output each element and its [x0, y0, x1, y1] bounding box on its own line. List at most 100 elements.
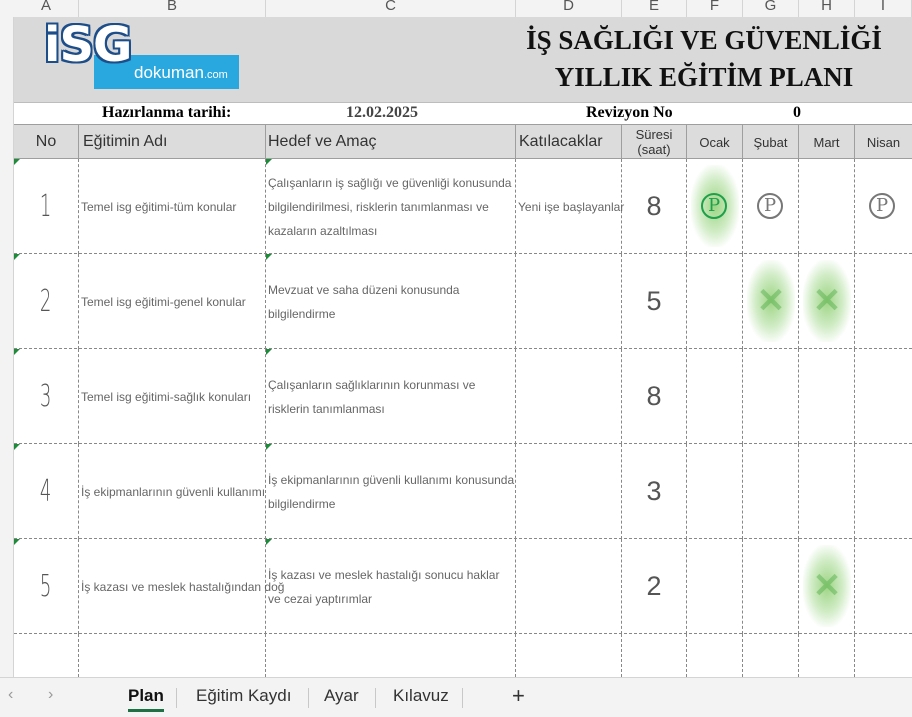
- cell-goal[interactable]: Mevzuat ve saha düzeni konusunda bilgile…: [266, 254, 516, 349]
- empty-cell[interactable]: [622, 634, 687, 677]
- cell-month[interactable]: [855, 349, 912, 444]
- table-row: 2 Temel isg eğitimi-genel konular Mevzuat …: [14, 254, 912, 349]
- column-header-f[interactable]: F: [687, 0, 743, 17]
- chevron-left-icon[interactable]: ‹: [8, 686, 13, 704]
- cell-month[interactable]: ✕: [799, 539, 855, 634]
- training-name: İş ekipmanlarının güvenli kullanımı: [81, 484, 266, 499]
- cell-participants[interactable]: Yeni işe başlayanlar: [516, 159, 624, 254]
- add-sheet-button[interactable]: +: [512, 683, 525, 709]
- cell-duration[interactable]: 3: [622, 444, 687, 539]
- column-header-c[interactable]: C: [266, 0, 516, 17]
- cell-no[interactable]: 2: [14, 254, 79, 349]
- cell-participants[interactable]: [516, 444, 622, 539]
- cell-participants[interactable]: [516, 349, 622, 444]
- planned-mark-icon: P: [701, 193, 727, 219]
- cell-goal[interactable]: İş kazası ve meslek hastalığı sonucu hak…: [266, 539, 516, 634]
- cell-month[interactable]: [687, 254, 743, 349]
- training-name: İş kazası ve meslek hastalığından doğ: [81, 579, 285, 594]
- table-row: 4 İş ekipmanlarının güvenli kullanımı İş e…: [14, 444, 912, 539]
- cell-month[interactable]: [687, 539, 743, 634]
- empty-cell[interactable]: [14, 634, 79, 677]
- page-title-line1: İŞ SAĞLIĞI VE GÜVENLİĞİ: [526, 25, 882, 55]
- cell-duration[interactable]: 8: [622, 159, 687, 254]
- empty-cell[interactable]: [743, 634, 799, 677]
- cell-goal[interactable]: Çalışanların sağlıklarının korunması ve …: [266, 349, 516, 444]
- cell-month[interactable]: [687, 349, 743, 444]
- column-header-b[interactable]: B: [79, 0, 266, 17]
- empty-cell[interactable]: [855, 634, 912, 677]
- tab-kilavuz[interactable]: Kılavuz: [393, 686, 449, 706]
- header-month-mart[interactable]: Mart: [799, 125, 855, 159]
- column-header-d[interactable]: D: [516, 0, 622, 17]
- empty-cell[interactable]: [799, 634, 855, 677]
- column-header-g[interactable]: G: [743, 0, 799, 17]
- tab-separator: [176, 688, 177, 708]
- tab-egitim-kaydi[interactable]: Eğitim Kaydı: [196, 686, 291, 706]
- row-header-gutter[interactable]: [0, 17, 14, 677]
- header-month-ocak[interactable]: Ocak: [687, 125, 743, 159]
- cell-month[interactable]: ✕: [799, 254, 855, 349]
- empty-cell[interactable]: [687, 634, 743, 677]
- cell-month[interactable]: [687, 444, 743, 539]
- empty-cell[interactable]: [516, 634, 622, 677]
- logo-dokuman: dokuman: [134, 63, 204, 82]
- cell-training-name[interactable]: İş ekipmanlarının güvenli kullanımı: [79, 444, 266, 539]
- column-header-e[interactable]: E: [622, 0, 687, 17]
- duration-hours: 8: [646, 191, 662, 221]
- cell-month[interactable]: [799, 349, 855, 444]
- cell-training-name[interactable]: Temel isg eğitimi-tüm konular: [79, 159, 266, 254]
- revision-value[interactable]: 0: [793, 104, 801, 122]
- cell-no[interactable]: 4: [14, 444, 79, 539]
- cell-duration[interactable]: 8: [622, 349, 687, 444]
- header-training-name[interactable]: Eğitimin Adı: [79, 125, 266, 159]
- cell-training-name[interactable]: İş kazası ve meslek hastalığından doğ: [79, 539, 284, 634]
- cell-duration[interactable]: 5: [622, 254, 687, 349]
- logo-isg-text: iSG: [44, 17, 132, 73]
- chevron-right-icon[interactable]: ›: [48, 686, 53, 704]
- row-number: 5: [40, 569, 52, 604]
- header-duration[interactable]: Süresi (saat): [622, 125, 687, 159]
- cell-no[interactable]: 3: [14, 349, 79, 444]
- cell-month[interactable]: [799, 444, 855, 539]
- cell-month[interactable]: [855, 444, 912, 539]
- comment-indicator-icon: [266, 159, 272, 165]
- tab-ayar[interactable]: Ayar: [324, 686, 359, 706]
- cell-no[interactable]: 1: [14, 159, 79, 254]
- cell-month[interactable]: [743, 349, 799, 444]
- header-month-subat[interactable]: Şubat: [743, 125, 799, 159]
- cell-goal[interactable]: Çalışanların iş sağlığı ve güvenliği kon…: [266, 159, 516, 254]
- header-goal[interactable]: Hedef ve Amaç: [266, 125, 516, 159]
- cell-goal[interactable]: İş ekipmanlarının güvenli kullanımı konu…: [266, 444, 516, 539]
- column-header-i[interactable]: I: [855, 0, 912, 17]
- header-no[interactable]: No: [14, 125, 79, 159]
- training-name: Temel isg eğitimi-tüm konular: [81, 199, 237, 214]
- row-number: 2: [40, 284, 52, 319]
- cell-month[interactable]: [743, 444, 799, 539]
- header-participants[interactable]: Katılacaklar: [516, 125, 622, 159]
- column-header-a[interactable]: A: [14, 0, 79, 17]
- cell-no[interactable]: 5: [14, 539, 79, 634]
- empty-cell[interactable]: [266, 634, 516, 677]
- cell-participants[interactable]: [516, 254, 622, 349]
- cell-month[interactable]: P: [687, 159, 743, 254]
- cell-month[interactable]: ✕: [743, 254, 799, 349]
- cell-month[interactable]: P: [743, 159, 799, 254]
- cell-participants[interactable]: [516, 539, 622, 634]
- cell-training-name[interactable]: Temel isg eğitimi-sağlık konuları: [79, 349, 266, 444]
- cell-month[interactable]: P: [855, 159, 912, 254]
- date-value[interactable]: 12.02.2025: [346, 104, 418, 122]
- completed-mark-icon: ✕: [756, 282, 786, 320]
- table-row: 5 İş kazası ve meslek hastalığından doğ İş…: [14, 539, 912, 634]
- header-month-nisan[interactable]: Nisan: [855, 125, 912, 159]
- page-title-line2: YILLIK EĞİTİM PLANI: [554, 62, 854, 92]
- cell-duration[interactable]: 2: [622, 539, 687, 634]
- cell-month[interactable]: [799, 159, 855, 254]
- column-header-h[interactable]: H: [799, 0, 855, 17]
- table-header-row: No Eğitimin Adı Hedef ve Amaç Katılacakl…: [14, 125, 912, 159]
- tab-plan[interactable]: Plan: [128, 686, 164, 712]
- cell-month[interactable]: [855, 539, 912, 634]
- cell-month[interactable]: [743, 539, 799, 634]
- empty-cell[interactable]: [79, 634, 266, 677]
- cell-month[interactable]: [855, 254, 912, 349]
- cell-training-name[interactable]: Temel isg eğitimi-genel konular: [79, 254, 266, 349]
